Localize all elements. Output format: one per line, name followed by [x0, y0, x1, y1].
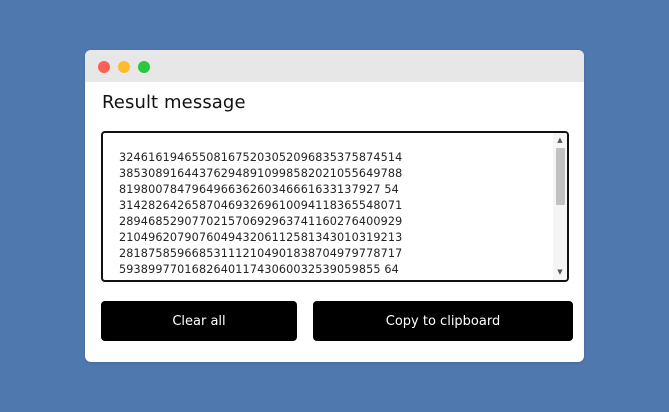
textarea-scrollbar[interactable]: ▲ ▼ [553, 133, 567, 280]
result-line: 289468529077021570692963741160276400929 [119, 215, 403, 228]
maximize-window-icon[interactable] [138, 61, 150, 73]
copy-to-clipboard-button[interactable]: Copy to clipboard [313, 301, 573, 341]
result-line: 819800784796496636260346661633137927 54 [119, 183, 399, 196]
close-window-icon[interactable] [98, 61, 110, 73]
result-line: 74700451070773617764270000050001000255 [119, 278, 549, 280]
result-line: 281875859668531112104901838704979778717 [119, 247, 403, 260]
scroll-up-icon[interactable]: ▲ [553, 134, 567, 146]
result-textarea[interactable]: 324616194655081675203052096835375874514 3… [101, 131, 569, 282]
page-title: Result message [102, 92, 246, 113]
result-text: 324616194655081675203052096835375874514 3… [119, 150, 549, 280]
result-line: 324616194655081675203052096835375874514 [119, 151, 403, 164]
scroll-down-icon[interactable]: ▼ [553, 266, 567, 278]
clear-all-button[interactable]: Clear all [101, 301, 297, 341]
result-line: 593899770168264011743060032539059855 64 [119, 263, 399, 276]
result-line: 385308916443762948910998582021055649788 [119, 167, 403, 180]
result-window: Result message 3246161946550816752030520… [85, 50, 584, 362]
result-line: 210496207907604943206112581343010319213 [119, 231, 403, 244]
minimize-window-icon[interactable] [118, 61, 130, 73]
scrollbar-thumb[interactable] [556, 148, 565, 205]
window-titlebar [85, 50, 584, 82]
result-line: 314282642658704693269610094118365548071 [119, 199, 403, 212]
